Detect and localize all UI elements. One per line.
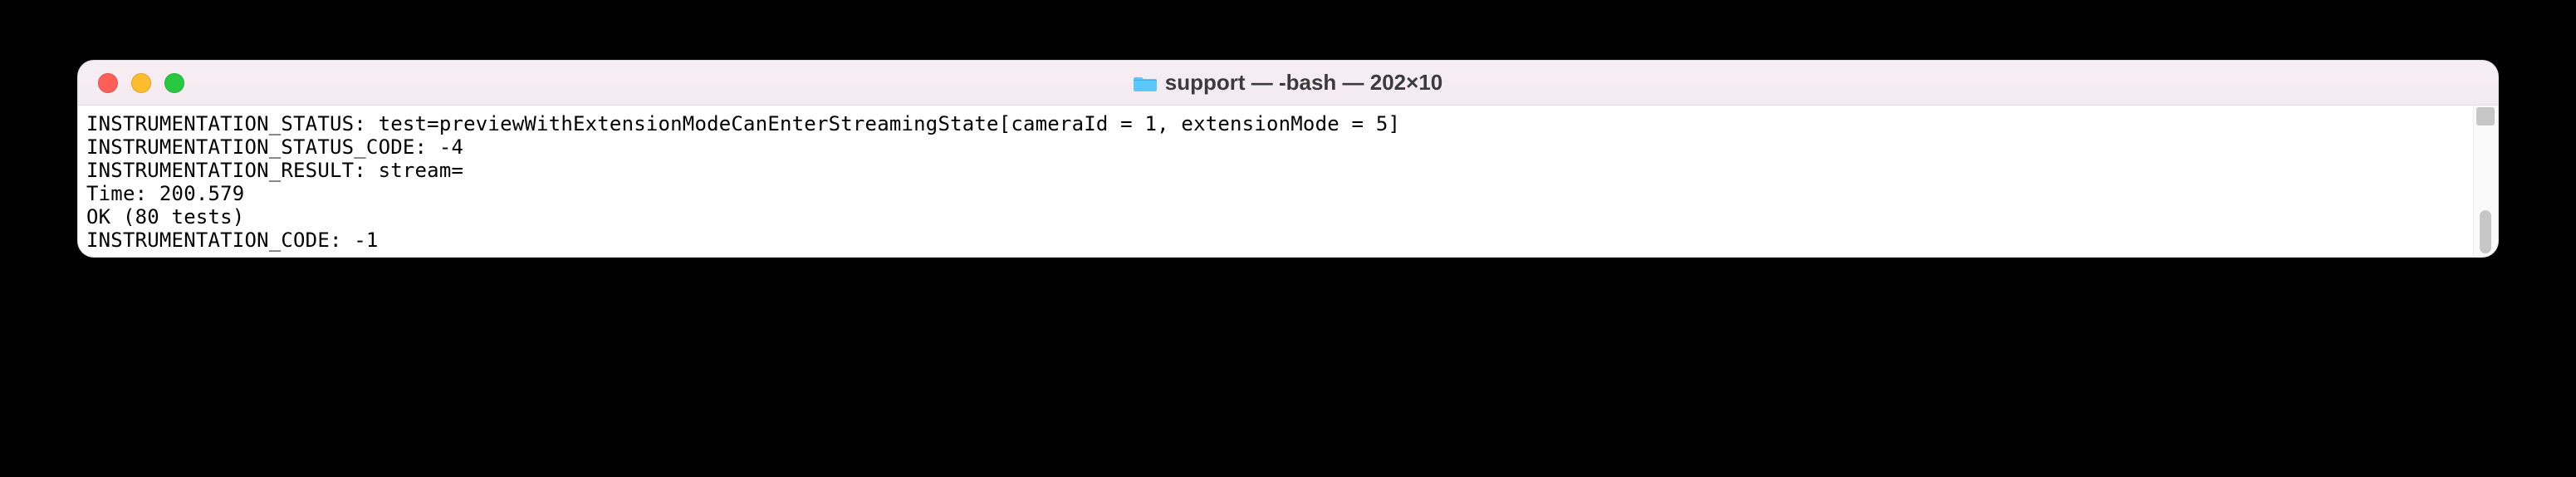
zoom-icon[interactable]: [164, 73, 184, 93]
terminal-body[interactable]: INSTRUMENTATION_STATUS: test=previewWith…: [78, 106, 2498, 257]
window-title: support — -bash — 202×10: [78, 70, 2498, 96]
terminal-line: INSTRUMENTATION_CODE: -1: [86, 229, 2490, 252]
terminal-line: Time: 200.579: [86, 182, 2490, 205]
terminal-line: OK (80 tests): [86, 205, 2490, 229]
scrollbar-track[interactable]: [2473, 106, 2498, 257]
scrollbar-thumb[interactable]: [2480, 210, 2491, 253]
terminal-line: INSTRUMENTATION_STATUS_CODE: -4: [86, 135, 2490, 159]
folder-icon: [1134, 74, 1157, 92]
terminal-line: INSTRUMENTATION_RESULT: stream=: [86, 159, 2490, 182]
terminal-line: INSTRUMENTATION_STATUS: test=previewWith…: [86, 112, 2490, 135]
minimize-icon[interactable]: [131, 73, 151, 93]
window-title-text: support — -bash — 202×10: [1165, 70, 1442, 96]
close-icon[interactable]: [98, 73, 118, 93]
terminal-output: INSTRUMENTATION_STATUS: test=previewWith…: [86, 112, 2490, 252]
titlebar[interactable]: support — -bash — 202×10: [78, 61, 2498, 106]
terminal-window: support — -bash — 202×10 INSTRUMENTATION…: [77, 60, 2499, 258]
scroll-indicator-icon: [2476, 107, 2495, 125]
traffic-lights: [98, 73, 184, 93]
